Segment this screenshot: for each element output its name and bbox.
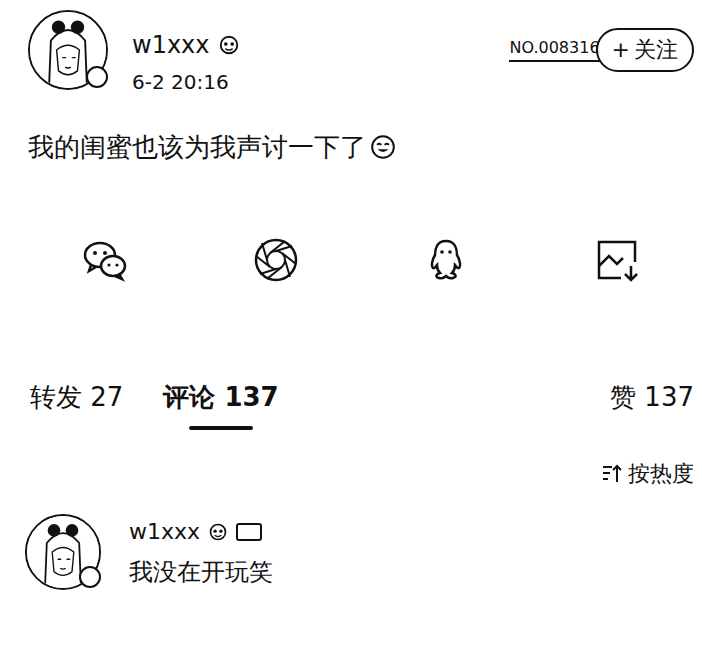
comment: w1xxx 我没在开玩笑 [0, 514, 702, 590]
post-content: 我的闺蜜也该为我声讨一下了 [0, 130, 702, 164]
likes-label[interactable]: 赞 [610, 382, 636, 412]
wechat-icon [81, 236, 129, 284]
share-row [0, 236, 702, 284]
commenter-name[interactable]: w1xxx [129, 518, 200, 546]
tab-bar: 转发 27评论 137赞 137 [0, 380, 702, 430]
smile-emoji-icon [370, 134, 396, 160]
post-page: w1xxx6-2 20:16NO.008316+关注我的闺蜜也该为我声讨一下了转… [0, 0, 702, 590]
author-avatar[interactable] [28, 10, 108, 90]
tab-underline [189, 426, 253, 430]
tab-label[interactable]: 转发 27 [30, 380, 123, 414]
comment-text: 我没在开玩笑 [129, 556, 273, 588]
tab[interactable]: 转发 27 [30, 380, 123, 430]
header-right: NO.008316+关注 [509, 10, 694, 72]
commenter-row: w1xxx [129, 518, 273, 546]
status-dot [79, 566, 101, 588]
post-time: 6-2 20:16 [132, 70, 240, 94]
author-row: w1xxx [132, 30, 240, 60]
tab-label[interactable]: 评论 137 [163, 380, 278, 414]
follow-label[interactable]: 关注 [634, 36, 678, 64]
post-header: w1xxx6-2 20:16NO.008316+关注 [0, 0, 702, 94]
serial-number: NO.008316 [509, 38, 599, 62]
tab[interactable]: 评论 137 [163, 380, 278, 430]
share-button[interactable] [361, 236, 532, 284]
moments-icon [252, 236, 300, 284]
follow-plus[interactable]: + [612, 36, 630, 64]
tab-name[interactable]: 转发 [30, 382, 82, 412]
likes-tab[interactable]: 赞 137 [610, 380, 694, 414]
share-button[interactable] [20, 236, 191, 284]
share-button[interactable] [532, 236, 702, 284]
follow-button[interactable]: +关注 [596, 28, 694, 72]
sort-toggle[interactable]: 按热度 [0, 460, 702, 488]
likes-count[interactable]: 137 [644, 382, 694, 412]
status-dot [86, 66, 108, 88]
share-button[interactable] [191, 236, 362, 284]
comment-body: w1xxx 我没在开玩笑 [129, 514, 273, 590]
commenter-avatar[interactable] [25, 514, 101, 590]
vip-badge-icon [208, 522, 228, 542]
author-name[interactable]: w1xxx [132, 30, 210, 60]
post-text: 我的闺蜜也该为我声讨一下了 [28, 130, 366, 164]
tab-count[interactable]: 137 [224, 382, 278, 412]
qq-icon [422, 236, 470, 284]
author-info: w1xxx 6-2 20:16 [132, 10, 240, 94]
save-image-icon [593, 236, 641, 284]
tab-count[interactable]: 27 [90, 382, 123, 412]
tab-name[interactable]: 评论 [163, 382, 215, 412]
sort-label[interactable]: 按热度 [628, 460, 694, 488]
sort-icon [600, 462, 624, 486]
vip-badge-icon [218, 34, 240, 56]
level-tag-icon [236, 523, 262, 541]
